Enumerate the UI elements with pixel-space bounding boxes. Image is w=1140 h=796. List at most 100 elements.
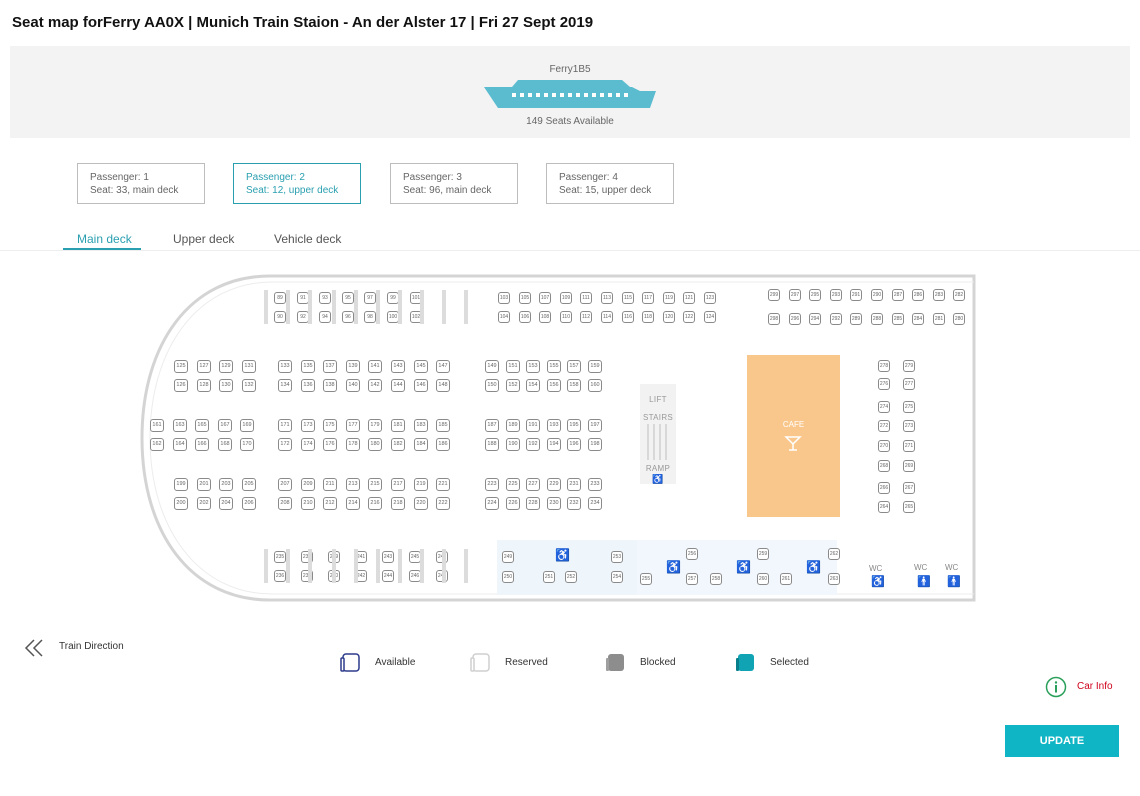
seat-190[interactable]: 190 bbox=[506, 438, 520, 451]
seat-211[interactable]: 211 bbox=[323, 478, 337, 491]
seat-284[interactable]: 284 bbox=[912, 313, 924, 325]
seat-154[interactable]: 154 bbox=[526, 379, 540, 392]
seat-178[interactable]: 178 bbox=[346, 438, 360, 451]
seat-167[interactable]: 167 bbox=[218, 419, 232, 432]
seat-289[interactable]: 289 bbox=[850, 313, 862, 325]
seat-210[interactable]: 210 bbox=[301, 497, 315, 510]
seat-121[interactable]: 121 bbox=[683, 292, 695, 304]
seat-265[interactable]: 265 bbox=[903, 501, 915, 513]
seat-191[interactable]: 191 bbox=[526, 419, 540, 432]
seat-110[interactable]: 110 bbox=[560, 311, 572, 323]
seat-224[interactable]: 224 bbox=[485, 497, 499, 510]
seat-106[interactable]: 106 bbox=[519, 311, 531, 323]
seat-155[interactable]: 155 bbox=[547, 360, 561, 373]
seat-120[interactable]: 120 bbox=[663, 311, 675, 323]
seat-214[interactable]: 214 bbox=[346, 497, 360, 510]
seat-137[interactable]: 137 bbox=[323, 360, 337, 373]
tab-main-deck[interactable]: Main deck bbox=[77, 232, 132, 246]
seat-158[interactable]: 158 bbox=[567, 379, 581, 392]
seat-117[interactable]: 117 bbox=[642, 292, 654, 304]
seat-188[interactable]: 188 bbox=[485, 438, 499, 451]
seat-268[interactable]: 268 bbox=[878, 460, 890, 472]
seat-162[interactable]: 162 bbox=[150, 438, 164, 451]
seat-176[interactable]: 176 bbox=[323, 438, 337, 451]
seat-202[interactable]: 202 bbox=[197, 497, 211, 510]
seat-193[interactable]: 193 bbox=[547, 419, 561, 432]
seat-161[interactable]: 161 bbox=[150, 419, 164, 432]
seat-212[interactable]: 212 bbox=[323, 497, 337, 510]
seat-298[interactable]: 298 bbox=[768, 313, 780, 325]
seat-142[interactable]: 142 bbox=[368, 379, 382, 392]
seat-131[interactable]: 131 bbox=[242, 360, 256, 373]
seat-257[interactable]: 257 bbox=[686, 573, 698, 585]
seat-170[interactable]: 170 bbox=[240, 438, 254, 451]
seat-266[interactable]: 266 bbox=[878, 482, 890, 494]
seat-168[interactable]: 168 bbox=[218, 438, 232, 451]
seat-164[interactable]: 164 bbox=[173, 438, 187, 451]
seat-243[interactable]: 243 bbox=[382, 551, 394, 563]
seat-256[interactable]: 256 bbox=[686, 548, 698, 560]
seat-226[interactable]: 226 bbox=[506, 497, 520, 510]
seat-181[interactable]: 181 bbox=[391, 419, 405, 432]
seat-299[interactable]: 299 bbox=[768, 289, 780, 301]
seat-141[interactable]: 141 bbox=[368, 360, 382, 373]
seat-194[interactable]: 194 bbox=[547, 438, 561, 451]
seat-96[interactable]: 96 bbox=[342, 311, 354, 323]
seat-262[interactable]: 262 bbox=[828, 548, 840, 560]
seat-280[interactable]: 280 bbox=[953, 313, 965, 325]
seat-183[interactable]: 183 bbox=[414, 419, 428, 432]
seat-250[interactable]: 250 bbox=[502, 571, 514, 583]
seat-225[interactable]: 225 bbox=[506, 478, 520, 491]
seat-281[interactable]: 281 bbox=[933, 313, 945, 325]
seat-195[interactable]: 195 bbox=[567, 419, 581, 432]
seat-111[interactable]: 111 bbox=[580, 292, 592, 304]
seat-199[interactable]: 199 bbox=[174, 478, 188, 491]
seat-291[interactable]: 291 bbox=[850, 289, 862, 301]
seat-260[interactable]: 260 bbox=[757, 573, 769, 585]
seat-122[interactable]: 122 bbox=[683, 311, 695, 323]
seat-196[interactable]: 196 bbox=[567, 438, 581, 451]
seat-174[interactable]: 174 bbox=[301, 438, 315, 451]
seat-235[interactable]: 235 bbox=[274, 551, 286, 563]
seat-293[interactable]: 293 bbox=[830, 289, 842, 301]
seat-97[interactable]: 97 bbox=[364, 292, 376, 304]
seat-255[interactable]: 255 bbox=[640, 573, 652, 585]
seat-182[interactable]: 182 bbox=[391, 438, 405, 451]
seat-283[interactable]: 283 bbox=[933, 289, 945, 301]
seat-94[interactable]: 94 bbox=[319, 311, 331, 323]
tab-vehicle-deck[interactable]: Vehicle deck bbox=[274, 232, 341, 246]
seat-123[interactable]: 123 bbox=[704, 292, 716, 304]
seat-201[interactable]: 201 bbox=[197, 478, 211, 491]
seat-95[interactable]: 95 bbox=[342, 292, 354, 304]
seat-118[interactable]: 118 bbox=[642, 311, 654, 323]
seat-165[interactable]: 165 bbox=[195, 419, 209, 432]
seat-258[interactable]: 258 bbox=[710, 573, 722, 585]
seat-233[interactable]: 233 bbox=[588, 478, 602, 491]
seat-223[interactable]: 223 bbox=[485, 478, 499, 491]
seat-228[interactable]: 228 bbox=[526, 497, 540, 510]
seat-114[interactable]: 114 bbox=[601, 311, 613, 323]
info-icon[interactable] bbox=[1045, 676, 1067, 698]
seat-287[interactable]: 287 bbox=[892, 289, 904, 301]
seat-149[interactable]: 149 bbox=[485, 360, 499, 373]
seat-146[interactable]: 146 bbox=[414, 379, 428, 392]
seat-157[interactable]: 157 bbox=[567, 360, 581, 373]
seat-119[interactable]: 119 bbox=[663, 292, 675, 304]
seat-285[interactable]: 285 bbox=[892, 313, 904, 325]
seat-217[interactable]: 217 bbox=[391, 478, 405, 491]
seat-185[interactable]: 185 bbox=[436, 419, 450, 432]
passenger-card-4[interactable]: Passenger: 4 Seat: 15, upper deck bbox=[546, 163, 674, 204]
seat-147[interactable]: 147 bbox=[436, 360, 450, 373]
seat-278[interactable]: 278 bbox=[878, 360, 890, 372]
seat-292[interactable]: 292 bbox=[830, 313, 842, 325]
seat-215[interactable]: 215 bbox=[368, 478, 382, 491]
seat-297[interactable]: 297 bbox=[789, 289, 801, 301]
seat-244[interactable]: 244 bbox=[382, 570, 394, 582]
seat-282[interactable]: 282 bbox=[953, 289, 965, 301]
seat-179[interactable]: 179 bbox=[368, 419, 382, 432]
passenger-card-3[interactable]: Passenger: 3 Seat: 96, main deck bbox=[390, 163, 518, 204]
seat-124[interactable]: 124 bbox=[704, 311, 716, 323]
seat-145[interactable]: 145 bbox=[414, 360, 428, 373]
seat-227[interactable]: 227 bbox=[526, 478, 540, 491]
seat-259[interactable]: 259 bbox=[757, 548, 769, 560]
